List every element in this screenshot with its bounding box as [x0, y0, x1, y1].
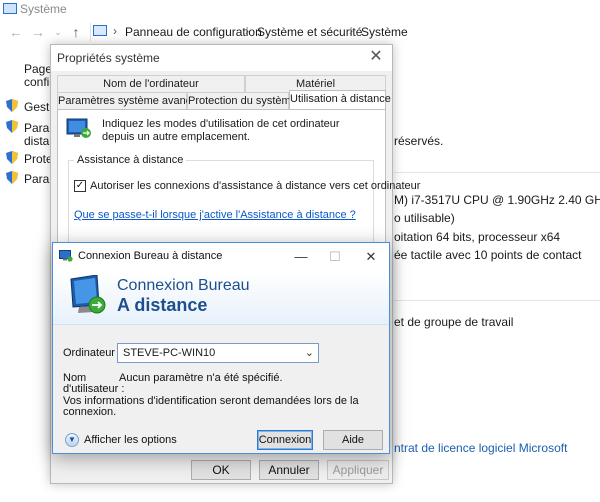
ok-button[interactable]: OK — [191, 460, 251, 480]
tab-advanced[interactable]: Paramètres système avancés — [57, 92, 203, 109]
expand-options-icon[interactable]: ▼ — [65, 433, 79, 447]
workgroup-heading: et de groupe de travail — [394, 315, 514, 329]
forward-arrow-icon[interactable]: → — [30, 24, 46, 40]
close-icon[interactable]: ✕ — [366, 47, 386, 67]
help-button[interactable]: Aide — [323, 430, 383, 450]
copyright-fragment: réservés. — [394, 134, 444, 148]
license-terms-link[interactable]: ntrat de licence logiciel Microsoft — [394, 441, 567, 455]
chevron-down-icon[interactable]: ⌄ — [305, 346, 314, 359]
section-divider — [394, 300, 600, 301]
remote-desktop-app-icon — [59, 250, 73, 262]
username-label-line2: d'utilisateur : — [63, 383, 125, 395]
breadcrumb-separator-icon: › — [245, 24, 249, 38]
system-properties-titlebar: Propriétés système ✕ — [51, 45, 392, 71]
section-divider — [394, 172, 600, 173]
close-icon[interactable]: ✕ — [359, 247, 383, 267]
computer-icon — [3, 3, 17, 14]
banner-title-line1: Connexion Bureau — [117, 277, 250, 294]
breadcrumb-system-security[interactable]: Système et sécurité — [257, 25, 362, 39]
computer-value: STEVE-PC-WIN10 — [123, 347, 216, 359]
system-properties-title: Propriétés système — [57, 51, 160, 65]
username-value: Aucun paramètre n'a été spécifié. — [119, 372, 283, 384]
breadcrumb-system[interactable]: Système — [361, 25, 408, 39]
breadcrumb-separator-icon: › — [349, 24, 353, 38]
credentials-note-line2: connexion. — [63, 406, 117, 418]
remote-desktop-title: Connexion Bureau à distance — [78, 250, 223, 262]
cancel-button[interactable]: Annuler — [259, 460, 319, 480]
apply-button[interactable]: Appliquer — [327, 460, 389, 480]
remote-assistance-help-link[interactable]: Que se passe-t-il lorsque j'active l'Ass… — [74, 209, 356, 221]
processor-value: M) i7-3517U CPU @ 1.90GHz 2.40 GHz — [394, 193, 600, 207]
minimize-icon[interactable]: — — [289, 247, 313, 267]
tab-system-protection[interactable]: Protection du système — [187, 92, 297, 109]
tab-remote[interactable]: Utilisation à distance — [289, 90, 391, 109]
maximize-icon: ☐ — [329, 249, 341, 264]
computer-label: Ordinateur : — [63, 347, 122, 359]
system-type-value: oitation 64 bits, processeur x64 — [394, 230, 561, 244]
breadcrumb-separator-icon: › — [113, 24, 117, 38]
shield-icon — [6, 99, 18, 112]
banner-title-line2: A distance — [117, 295, 208, 315]
back-arrow-icon[interactable]: ← — [8, 24, 24, 40]
breadcrumb-control-panel[interactable]: Panneau de configuration — [125, 25, 262, 39]
ram-value: o utilisable) — [394, 211, 455, 225]
shield-icon — [6, 151, 18, 164]
remote-desktop-monitor-icon — [70, 275, 106, 314]
system-window-title: Système — [20, 2, 67, 16]
remote-assistance-group-label: Assistance à distance — [74, 154, 187, 166]
remote-desktop-banner: Connexion Bureau A distance — [53, 271, 389, 325]
allow-remote-assistance-label[interactable]: Autoriser les connexions d'assistance à … — [90, 180, 420, 192]
recent-locations-chevron-icon[interactable]: ⌄ — [50, 24, 66, 40]
shield-icon — [6, 171, 18, 184]
tab-computer-name[interactable]: Nom de l'ordinateur — [57, 75, 245, 92]
touch-value: ée tactile avec 10 points de contact — [394, 248, 582, 262]
system-window-titlebar: Système — [0, 0, 600, 18]
show-options-link[interactable]: Afficher les options — [84, 434, 177, 446]
allow-remote-assistance-checkbox[interactable]: ✓ — [74, 180, 86, 192]
remote-desktop-titlebar: Connexion Bureau à distance — ☐ ✕ — [53, 243, 389, 271]
connect-button[interactable]: Connexion — [257, 430, 313, 450]
control-panel-icon — [93, 25, 107, 36]
computer-combobox[interactable]: STEVE-PC-WIN10 ⌄ — [117, 343, 319, 363]
address-bar: ← → ⌄ ↑ › Panneau de configuration › Sys… — [0, 20, 600, 44]
remote-intro-text: Indiquez les modes d'utilisation de cet … — [102, 118, 340, 143]
remote-computer-icon — [66, 118, 91, 138]
shield-icon — [6, 120, 18, 133]
breadcrumb[interactable]: › Panneau de configuration › Système et … — [90, 23, 600, 41]
remote-desktop-dialog: Connexion Bureau à distance — ☐ ✕ Connex… — [52, 242, 390, 454]
up-arrow-icon[interactable]: ↑ — [68, 24, 84, 40]
